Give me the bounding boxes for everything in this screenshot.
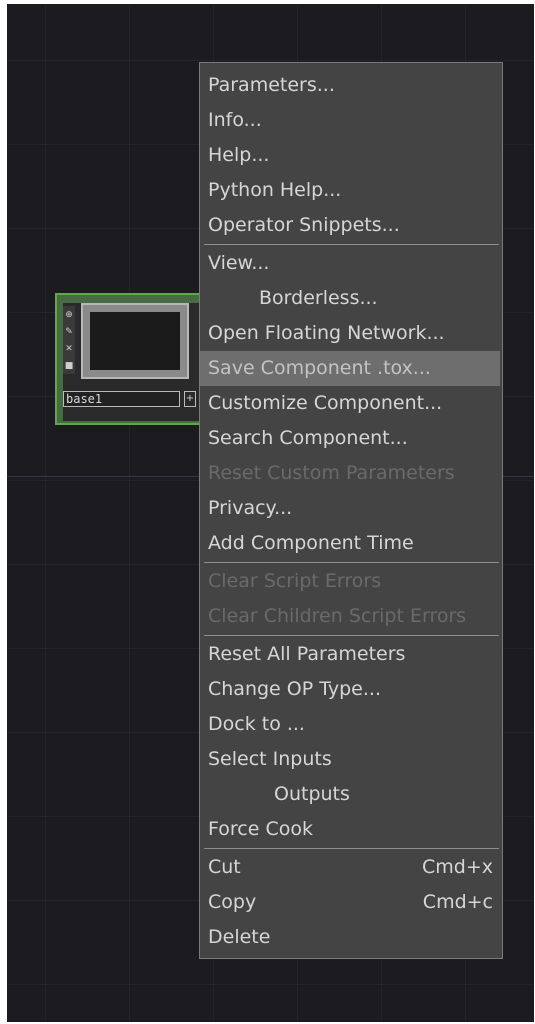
menu-item-python-help[interactable]: Python Help... <box>200 173 502 208</box>
menu-item-label: Search Component... <box>208 427 408 449</box>
menu-item-label: Reset All Parameters <box>208 643 406 665</box>
node-add-icon[interactable]: + <box>184 391 196 407</box>
node-toolbar: ⊕ ✎ ✕ ■ <box>63 306 75 374</box>
menu-item-label: Help... <box>208 144 270 166</box>
viewer-toggle-icon[interactable]: ⊕ <box>65 310 73 320</box>
menu-item-customize-component[interactable]: Customize Component... <box>200 386 502 421</box>
menu-item-label: Python Help... <box>208 179 342 201</box>
menu-item-privacy[interactable]: Privacy... <box>200 491 502 526</box>
menu-item-dock-to[interactable]: Dock to ... <box>200 707 502 742</box>
menu-item-label: Clear Script Errors <box>208 570 382 592</box>
menu-item-label: Clear Children Script Errors <box>208 605 467 627</box>
menu-item-operator-snippets[interactable]: Operator Snippets... <box>200 208 502 243</box>
menu-item-label: Dock to ... <box>208 713 305 735</box>
node-name-label[interactable]: base1 <box>63 391 180 407</box>
menu-item-label: View... <box>208 252 270 274</box>
menu-item-open-floating-network[interactable]: Open Floating Network... <box>200 316 502 351</box>
menu-item-clear-children-script-errors: Clear Children Script Errors <box>200 599 502 634</box>
menu-item-label: Privacy... <box>208 497 293 519</box>
bypass-icon[interactable]: ✕ <box>65 344 73 354</box>
menu-item-save-component-tox[interactable]: Save Component .tox... <box>200 351 500 386</box>
menu-item-search-component[interactable]: Search Component... <box>200 421 502 456</box>
menu-item-label: Cut <box>208 856 241 878</box>
menu-item-select-outputs[interactable]: Outputs <box>200 777 502 812</box>
menu-item-help[interactable]: Help... <box>200 138 502 173</box>
lock-icon[interactable]: ■ <box>65 361 74 371</box>
menu-item-info[interactable]: Info... <box>200 103 502 138</box>
shortcut-copy: Cmd+c <box>422 891 493 913</box>
menu-item-label: Select Inputs <box>208 748 332 770</box>
network-editor-canvas[interactable]: ⊕ ✎ ✕ ■ base1 + Parameters... Info... He… <box>7 4 534 1022</box>
menu-item-clear-script-errors: Clear Script Errors <box>200 564 502 599</box>
base-component-node[interactable]: ⊕ ✎ ✕ ■ base1 + <box>55 293 205 425</box>
menu-item-borderless[interactable]: Borderless... <box>200 281 502 316</box>
menu-item-copy[interactable]: Copy Cmd+c <box>200 885 502 920</box>
menu-item-parameters[interactable]: Parameters... <box>200 68 502 103</box>
menu-item-delete[interactable]: Delete <box>200 920 502 955</box>
node-viewer-frame <box>81 303 189 379</box>
menu-item-label: Outputs <box>274 783 350 805</box>
context-menu: Parameters... Info... Help... Python Hel… <box>199 62 503 959</box>
shortcut-cut: Cmd+x <box>422 856 493 878</box>
menu-item-label: Add Component Time <box>208 532 414 554</box>
menu-item-label: Force Cook <box>208 818 313 840</box>
menu-item-change-op-type[interactable]: Change OP Type... <box>200 672 502 707</box>
edit-icon[interactable]: ✎ <box>65 327 73 337</box>
menu-item-label: Copy <box>208 891 257 913</box>
node-viewer <box>90 312 180 370</box>
menu-item-label: Change OP Type... <box>208 678 381 700</box>
menu-item-reset-custom-parameters: Reset Custom Parameters <box>200 456 502 491</box>
menu-item-view[interactable]: View... <box>200 246 502 281</box>
menu-item-select-inputs[interactable]: Select Inputs <box>200 742 502 777</box>
menu-item-add-component-time[interactable]: Add Component Time <box>200 526 502 561</box>
menu-item-label: Customize Component... <box>208 392 443 414</box>
menu-item-label: Delete <box>208 926 271 948</box>
menu-item-label: Info... <box>208 109 262 131</box>
menu-item-label: Operator Snippets... <box>208 214 400 236</box>
menu-item-label: Reset Custom Parameters <box>208 462 455 484</box>
menu-item-label: Open Floating Network... <box>208 322 445 344</box>
menu-item-force-cook[interactable]: Force Cook <box>200 812 502 847</box>
menu-item-cut[interactable]: Cut Cmd+x <box>200 850 502 885</box>
menu-item-label: Save Component .tox... <box>208 357 431 379</box>
menu-item-label: Parameters... <box>208 74 335 96</box>
menu-item-label: Borderless... <box>259 287 378 309</box>
menu-item-reset-all-parameters[interactable]: Reset All Parameters <box>200 637 502 672</box>
